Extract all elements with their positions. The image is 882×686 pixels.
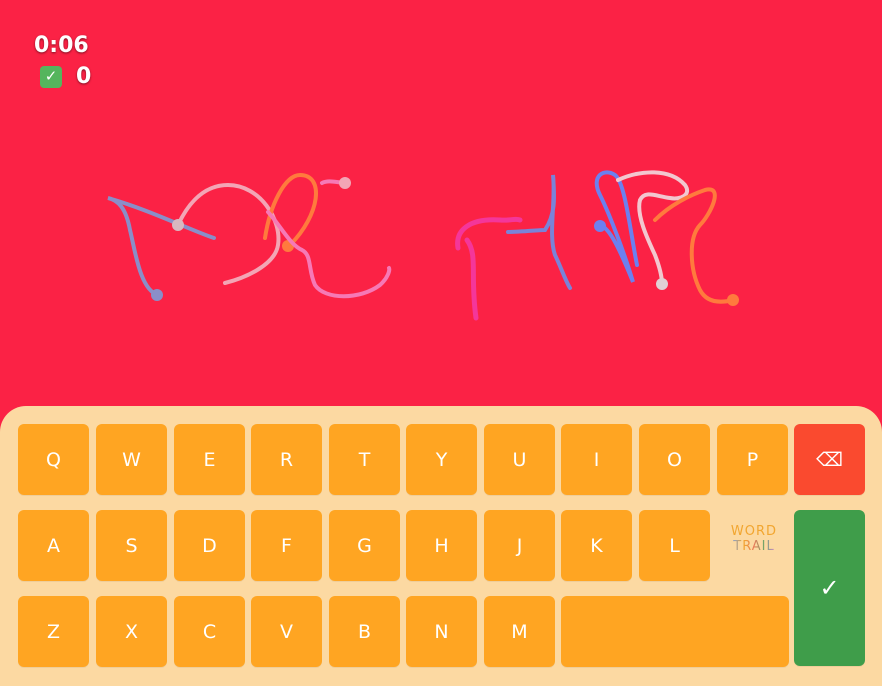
trail-stroke [107,196,216,297]
trail-dot [172,219,184,231]
space-bar[interactable] [561,596,789,667]
key-d[interactable]: D [174,510,245,581]
keyboard: Q W E R T Y U I O P ⌫ A S D F G H J K L … [0,406,882,686]
key-v[interactable]: V [251,596,322,667]
backspace-button[interactable]: ⌫ [794,424,865,495]
word-trail-logo: WORD TRAIL [716,524,792,554]
logo-line-2: TRAIL [716,539,792,554]
key-n[interactable]: N [406,596,477,667]
trail-stroke [176,182,281,285]
trail-stroke [455,216,523,321]
key-l[interactable]: L [639,510,710,581]
key-j[interactable]: J [484,510,555,581]
key-c[interactable]: C [174,596,245,667]
key-r[interactable]: R [251,424,322,495]
key-f[interactable]: F [251,510,322,581]
trail-dot [727,294,739,306]
key-b[interactable]: B [329,596,400,667]
key-o[interactable]: O [639,424,710,495]
submit-button[interactable]: ✓ [794,510,865,666]
key-i[interactable]: I [561,424,632,495]
trail-dot [594,220,606,232]
key-x[interactable]: X [96,596,167,667]
key-z[interactable]: Z [18,596,89,667]
logo-line-1: WORD [730,524,778,539]
key-e[interactable]: E [174,424,245,495]
trail-dot [339,177,351,189]
key-q[interactable]: Q [18,424,89,495]
key-s[interactable]: S [96,510,167,581]
key-u[interactable]: U [484,424,555,495]
key-h[interactable]: H [406,510,477,581]
key-w[interactable]: W [96,424,167,495]
key-y[interactable]: Y [406,424,477,495]
key-a[interactable]: A [18,510,89,581]
checkmark-icon: ✓ [819,574,840,602]
word-trails [107,170,739,321]
trail-dot [151,289,163,301]
key-k[interactable]: K [561,510,632,581]
trail-stroke [263,172,318,247]
key-p[interactable]: P [717,424,788,495]
trail-stroke [506,174,572,290]
logo-line-2-text: TRAIL [733,539,775,554]
key-t[interactable]: T [329,424,400,495]
trail-dot [656,278,668,290]
backspace-icon: ⌫ [816,448,843,471]
trail-stroke [266,210,392,299]
key-m[interactable]: M [484,596,555,667]
key-g[interactable]: G [329,510,400,581]
